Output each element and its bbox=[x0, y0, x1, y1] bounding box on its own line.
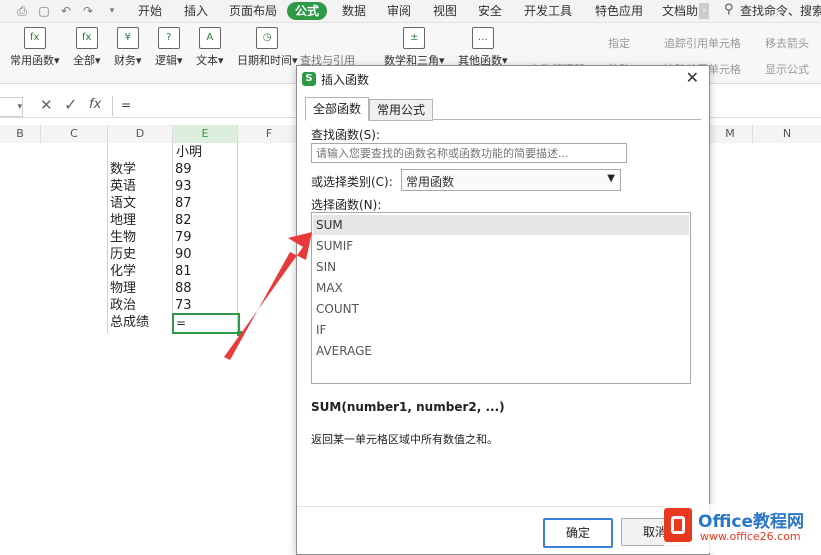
watermark-brand: Office教程网 bbox=[698, 512, 805, 532]
annotation-arrow-icon bbox=[224, 232, 312, 360]
watermark: Office教程网 www.office26.com bbox=[664, 504, 821, 553]
watermark-url: www.office26.com bbox=[700, 530, 801, 543]
office-logo-icon bbox=[664, 508, 692, 542]
